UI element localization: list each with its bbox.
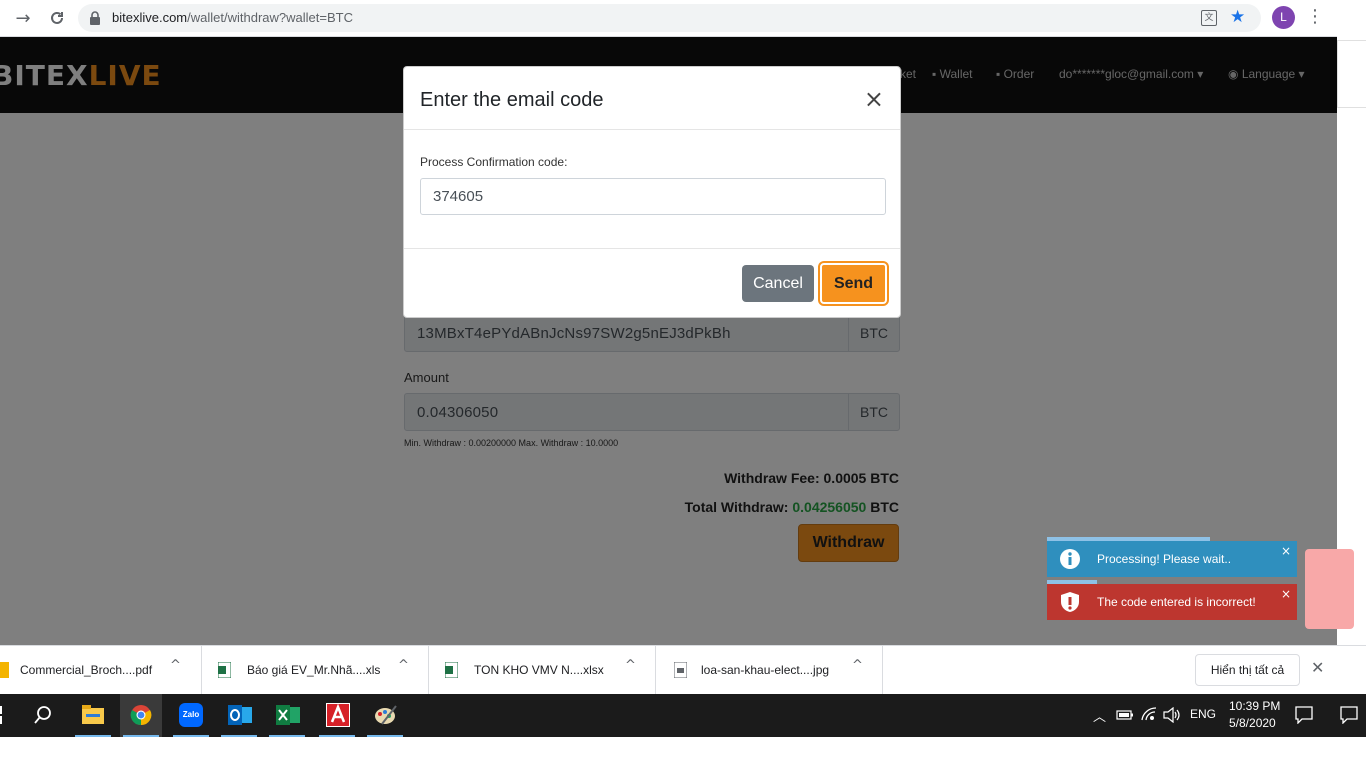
pdf-file-icon [0,662,9,678]
chevron-up-icon[interactable]: ^ [170,658,181,673]
toast-message: Processing! Please wait.. [1097,552,1232,566]
exclamation-shield-icon [1061,592,1079,612]
windows-start-icon[interactable] [0,706,4,724]
close-icon[interactable]: ✕ [1311,658,1324,677]
clock-time[interactable]: 10:39 PM [1229,699,1280,713]
notification-center-icon[interactable] [1295,706,1313,724]
translate-icon[interactable]: 文 [1201,10,1217,26]
image-file-icon [674,662,687,678]
profile-avatar[interactable]: L [1272,6,1295,29]
file-explorer-icon[interactable] [72,694,114,737]
zalo-icon[interactable]: Zalo [170,694,212,737]
excel-file-icon [218,662,231,678]
windows-taskbar: Zalo ︿ ENG 10:39 PM 5/8/2020 [0,694,1366,737]
confirmation-code-label: Process Confirmation code: [420,155,568,169]
input-language-indicator[interactable]: ENG [1190,707,1216,721]
chevron-up-icon[interactable]: ^ [852,658,863,673]
send-button[interactable]: Send [820,263,887,304]
volume-icon[interactable] [1163,707,1181,723]
download-shelf: Commercial_Broch....pdf ^ Báo giá EV_Mr.… [0,645,1366,694]
battery-icon[interactable] [1116,708,1134,722]
modal-title: Enter the email code [420,89,604,111]
chevron-up-icon[interactable]: ^ [398,658,409,673]
download-item[interactable]: Báo giá EV_Mr.Nhã....xls ^ [202,646,429,694]
wifi-icon[interactable] [1140,706,1158,722]
browser-toolbar: → bitexlive.com/wallet/withdraw?wallet=B… [0,0,1337,37]
lock-icon [90,11,100,25]
autocad-icon[interactable] [316,694,358,737]
close-icon[interactable]: × [864,85,884,113]
excel-file-icon [445,662,458,678]
toast-processing[interactable]: Processing! Please wait.. × [1047,537,1297,577]
chevron-up-icon[interactable]: ^ [625,658,636,673]
toast-error[interactable]: The code entered is incorrect! × [1047,580,1297,620]
url-text[interactable]: bitexlive.com/wallet/withdraw?wallet=BTC [112,10,353,25]
toast-progress-bar [1047,537,1210,541]
toast-edge [1305,549,1354,629]
bookmark-star-icon[interactable]: ★ [1230,7,1245,27]
toast-close-icon[interactable]: × [1281,544,1291,558]
browser-menu-icon[interactable]: ⋮ [1306,6,1324,27]
toast-message: The code entered is incorrect! [1097,595,1256,609]
chat-bubble-icon[interactable] [1340,706,1358,724]
clock-date[interactable]: 5/8/2020 [1229,716,1276,730]
email-code-modal: Enter the email code × Process Confirmat… [403,66,901,318]
toast-progress-bar [1047,580,1097,584]
reload-icon[interactable] [44,5,70,31]
confirmation-code-input[interactable] [420,178,886,215]
tray-chevron-icon[interactable]: ︿ [1093,706,1106,725]
download-item[interactable]: Commercial_Broch....pdf ^ [0,646,202,694]
show-all-downloads-button[interactable]: Hiển thị tất cả [1195,654,1300,686]
outlook-icon[interactable] [218,694,260,737]
toast-close-icon[interactable]: × [1281,587,1291,601]
info-icon [1060,549,1080,569]
chrome-icon[interactable] [120,694,162,737]
paint-app-icon[interactable] [364,694,406,737]
forward-arrow-icon[interactable]: → [10,5,36,31]
excel-icon[interactable] [266,694,308,737]
address-bar[interactable]: bitexlive.com/wallet/withdraw?wallet=BTC… [78,4,1261,32]
search-icon[interactable] [33,705,53,725]
cancel-button[interactable]: Cancel [742,265,814,302]
download-item[interactable]: TON KHO VMV N....xlsx ^ [429,646,656,694]
download-item[interactable]: loa-san-khau-elect....jpg ^ [656,646,883,694]
